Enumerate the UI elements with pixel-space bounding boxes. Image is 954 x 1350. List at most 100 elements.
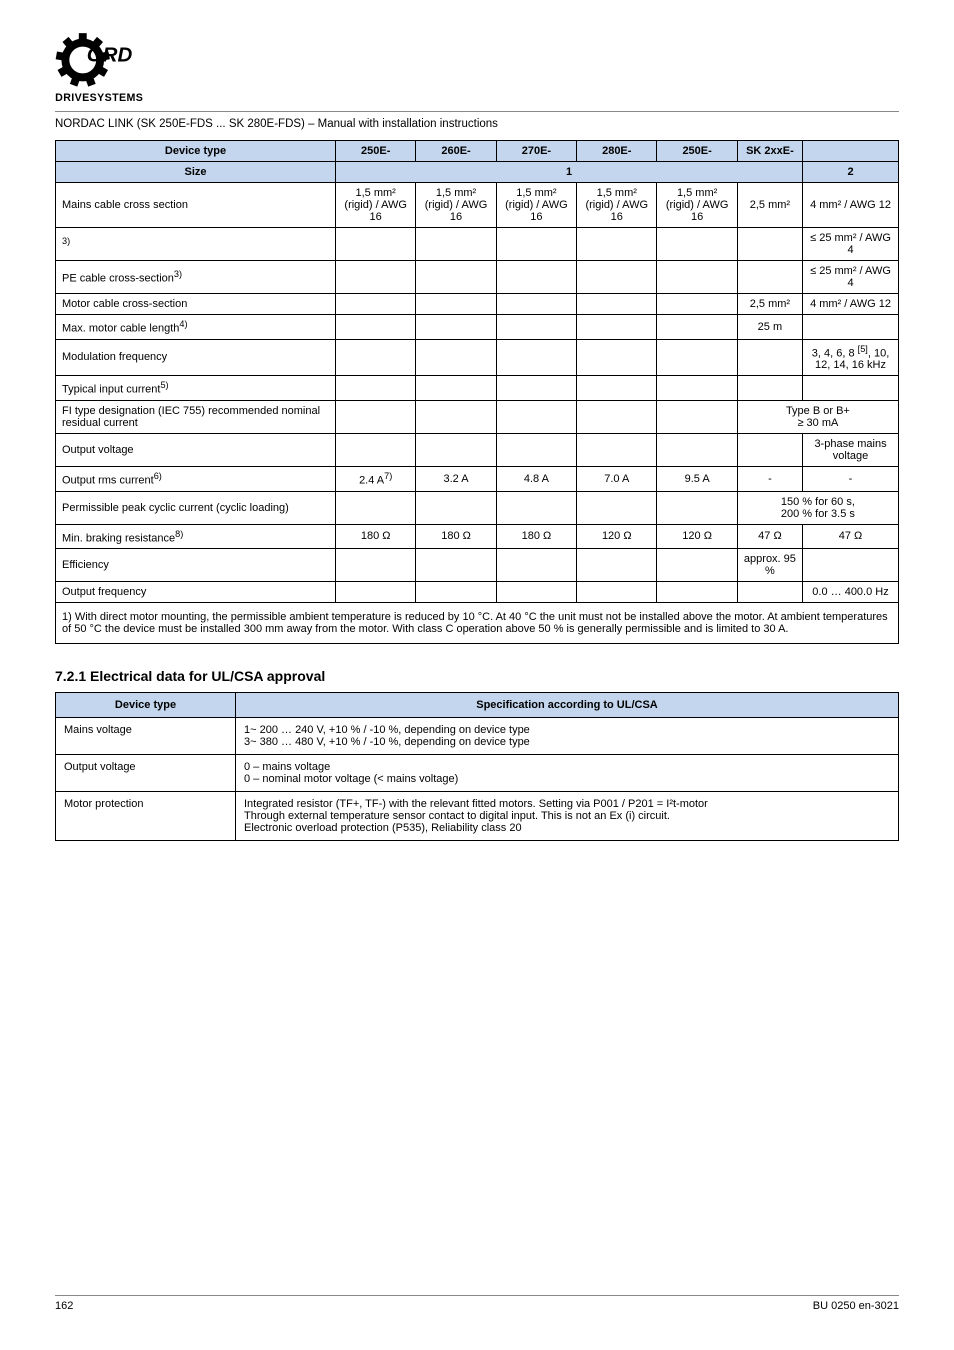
t1-h6: SK 2xxE-	[737, 141, 802, 162]
table-row-label: Max. motor cable length4)	[56, 315, 336, 340]
table-cell	[657, 400, 737, 433]
table-cell	[657, 491, 737, 524]
table-cell: 47 Ω	[803, 524, 899, 549]
table-cell	[336, 400, 416, 433]
table-cell	[737, 339, 802, 376]
doc-id: BU 0250 en-3021	[813, 1300, 899, 1312]
table-cell: 1,5 mm² (rigid) / AWG 16	[416, 183, 496, 228]
table-cell: approx. 95 %	[737, 549, 802, 582]
table-row-label: Output voltage	[56, 755, 236, 792]
table-cell	[577, 339, 657, 376]
table-cell	[496, 339, 576, 376]
t1-h4: 280E-	[577, 141, 657, 162]
table-cell	[577, 549, 657, 582]
table-cell: 25 m	[737, 315, 802, 340]
table-cell: 9.5 A	[657, 466, 737, 491]
table-cell	[416, 549, 496, 582]
table-cell	[416, 433, 496, 466]
table-cell: 2.4 A7)	[336, 466, 416, 491]
table-cell	[416, 491, 496, 524]
table-cell	[336, 315, 416, 340]
table-cell	[577, 400, 657, 433]
table-cell: Integrated resistor (TF+, TF-) with the …	[236, 792, 899, 841]
table-row-label: FI type designation (IEC 755) recommende…	[56, 400, 336, 433]
table-cell	[416, 376, 496, 401]
svg-text:ORD: ORD	[87, 44, 133, 67]
table-cell	[803, 376, 899, 401]
table-cell: 180 Ω	[336, 524, 416, 549]
table-row-label: PE cable cross-section3)	[56, 261, 336, 294]
table-row-label: Typical input current5)	[56, 376, 336, 401]
table-cell	[496, 261, 576, 294]
table-cell	[496, 491, 576, 524]
t1-h5: 250E-	[657, 141, 737, 162]
table-cell	[657, 339, 737, 376]
table-cell	[496, 294, 576, 315]
table-cell	[657, 376, 737, 401]
footer-divider	[55, 1295, 899, 1296]
table-row-label: Modulation frequency	[56, 339, 336, 376]
table-cell	[336, 549, 416, 582]
table-cell	[416, 339, 496, 376]
table-cell: 4 mm² / AWG 12	[803, 183, 899, 228]
header-divider	[55, 111, 899, 112]
subsection-title: 7.2.1 Electrical data for UL/CSA approva…	[55, 668, 899, 684]
table-cell: 0 – mains voltage0 – nominal motor volta…	[236, 755, 899, 792]
table-cell: 120 Ω	[657, 524, 737, 549]
table-cell	[577, 261, 657, 294]
table-cell: 3, 4, 6, 8 [5], 10, 12, 14, 16 kHz	[803, 339, 899, 376]
table-cell	[336, 339, 416, 376]
table-cell	[416, 582, 496, 603]
table-cell: 1,5 mm² (rigid) / AWG 16	[657, 183, 737, 228]
table-cell: 120 Ω	[577, 524, 657, 549]
table-cell: -	[803, 466, 899, 491]
table-cell	[496, 315, 576, 340]
table-cell: 0.0 … 400.0 Hz	[803, 582, 899, 603]
table-cell: ≤ 25 mm² / AWG 4	[803, 261, 899, 294]
table-row-label: Output voltage	[56, 433, 336, 466]
table-cell	[577, 294, 657, 315]
table-cell	[737, 582, 802, 603]
t1-h7	[803, 141, 899, 162]
table-cell	[496, 228, 576, 261]
table-row-label: Mains voltage	[56, 718, 236, 755]
table-cell: ≤ 25 mm² / AWG 4	[803, 228, 899, 261]
table-cell	[416, 228, 496, 261]
table-cell	[657, 294, 737, 315]
table-row-label: Min. braking resistance8)	[56, 524, 336, 549]
table-cell	[496, 549, 576, 582]
table-cell: 3-phase mains voltage	[803, 433, 899, 466]
table-cell	[577, 491, 657, 524]
table-cell	[336, 491, 416, 524]
t1-h2: 260E-	[416, 141, 496, 162]
table-cell	[496, 582, 576, 603]
t2-h0: Device type	[56, 693, 236, 718]
table-cell	[336, 261, 416, 294]
table-cell	[803, 315, 899, 340]
table-cell	[496, 400, 576, 433]
table-row-label: Output frequency	[56, 582, 336, 603]
table-cell	[416, 315, 496, 340]
table-cell	[737, 261, 802, 294]
table-cell	[496, 376, 576, 401]
table-cell	[657, 582, 737, 603]
table-cell	[416, 261, 496, 294]
table-cell	[336, 376, 416, 401]
table-cell	[657, 261, 737, 294]
logo-block: ORD DRIVESYSTEMS	[55, 30, 899, 105]
table-cell	[657, 228, 737, 261]
electrical-data-table: Device type 250E- 260E- 270E- 280E- 250E…	[55, 140, 899, 644]
table-cell: 180 Ω	[416, 524, 496, 549]
table-cell	[577, 228, 657, 261]
logo-subtext: DRIVESYSTEMS	[55, 92, 143, 104]
t1-sub-label: Size	[56, 162, 336, 183]
table-cell: 180 Ω	[496, 524, 576, 549]
table-cell: 1,5 mm² (rigid) / AWG 16	[577, 183, 657, 228]
table-cell	[336, 228, 416, 261]
table-cell: 150 % for 60 s,200 % for 3.5 s	[737, 491, 898, 524]
table-cell	[737, 433, 802, 466]
table-cell	[577, 376, 657, 401]
table-cell: 1,5 mm² (rigid) / AWG 16	[496, 183, 576, 228]
table-cell: 1,5 mm² (rigid) / AWG 16	[336, 183, 416, 228]
table-row-label: Mains cable cross section	[56, 183, 336, 228]
